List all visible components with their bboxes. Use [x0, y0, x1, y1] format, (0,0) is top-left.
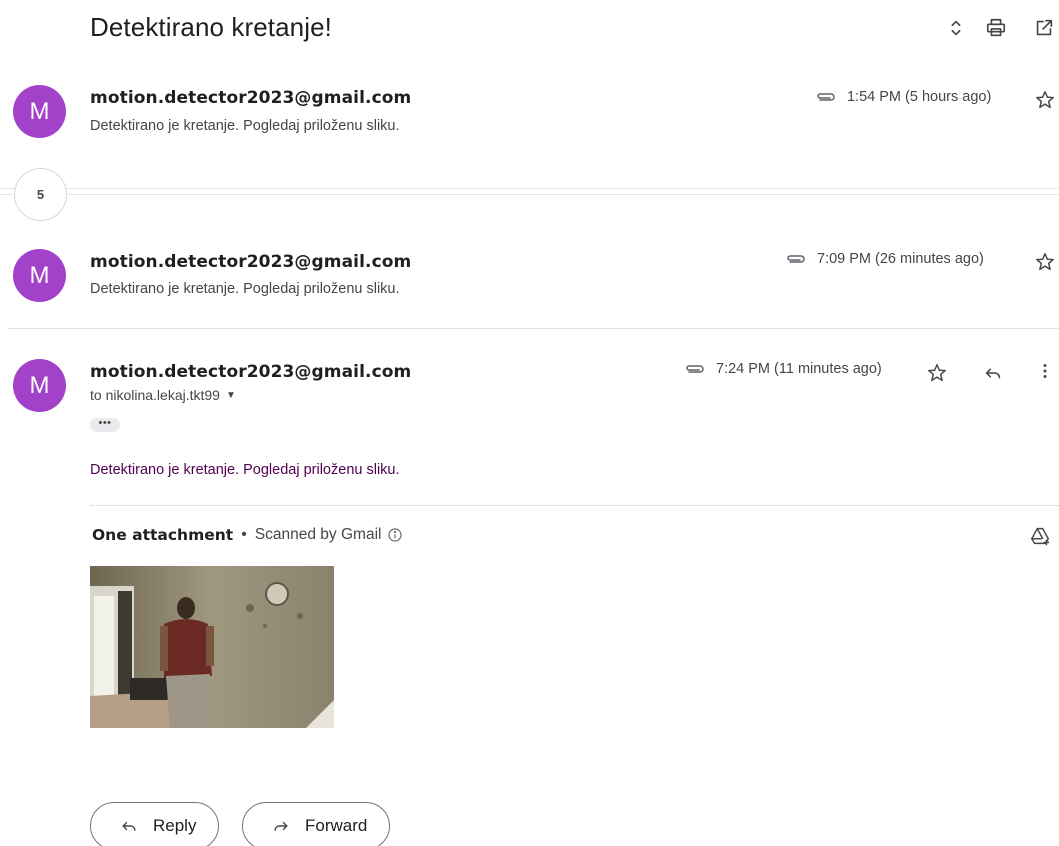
open-in-new-window-icon[interactable] [1033, 17, 1055, 39]
info-icon[interactable] [387, 527, 403, 543]
add-to-drive-icon[interactable] [1029, 525, 1051, 547]
message-body: Detektirano je kretanje. Pogledaj prilož… [90, 462, 400, 478]
show-trimmed-content-button[interactable]: ••• [90, 418, 120, 432]
attachment-count: One attachment [92, 526, 234, 544]
message-divider [8, 328, 1059, 329]
reply-icon [119, 816, 139, 836]
separator-dot: • [241, 526, 247, 543]
print-icon[interactable] [985, 17, 1007, 39]
message-time: 1:54 PM (5 hours ago) [847, 89, 992, 105]
reply-icon[interactable] [982, 362, 1004, 384]
reply-button[interactable]: Reply [90, 802, 220, 846]
forward-button[interactable]: Forward [242, 802, 391, 846]
reply-label: Reply [153, 816, 197, 835]
star-icon[interactable] [926, 362, 948, 384]
collapsed-messages-count[interactable]: 5 [14, 168, 67, 221]
subject-row: Detektirano kretanje! [0, 0, 1059, 60]
attachment-clip-icon [785, 252, 807, 266]
collapsed-divider [0, 188, 1059, 189]
sender-email: motion.detector2023@gmail.com [90, 362, 412, 382]
attachment-clip-icon [815, 90, 837, 104]
sender-email: motion.detector2023@gmail.com [90, 252, 412, 272]
message-time: 7:24 PM (11 minutes ago) [716, 361, 882, 377]
attachment-separator [90, 505, 1059, 506]
forward-icon [271, 816, 291, 836]
recipient-text: to nikolina.lekaj.tkt99 [90, 387, 220, 403]
recipient-line[interactable]: to nikolina.lekaj.tkt99 ▼ [90, 387, 236, 403]
scanned-label: Scanned by Gmail [254, 526, 382, 543]
sender-email: motion.detector2023@gmail.com [90, 88, 412, 108]
message-snippet: Detektirano je kretanje. Pogledaj prilož… [90, 281, 400, 297]
expand-collapse-icon[interactable] [945, 17, 967, 39]
message-snippet: Detektirano je kretanje. Pogledaj prilož… [90, 118, 400, 134]
star-icon[interactable] [1034, 251, 1056, 273]
avatar: M [13, 359, 66, 412]
collapsed-divider [0, 194, 1059, 195]
more-vert-icon[interactable] [1034, 360, 1056, 382]
chevron-down-icon[interactable]: ▼ [226, 390, 236, 401]
message-time: 7:09 PM (26 minutes ago) [817, 251, 984, 267]
star-icon[interactable] [1034, 89, 1056, 111]
attachment-thumbnail[interactable] [90, 566, 334, 728]
forward-label: Forward [305, 816, 368, 835]
attachment-header: One attachment • Scanned by Gmail [92, 526, 403, 544]
thread-subject: Detektirano kretanje! [90, 12, 333, 42]
avatar: M [13, 249, 66, 302]
attachment-clip-icon [684, 362, 706, 376]
avatar: M [13, 85, 66, 138]
